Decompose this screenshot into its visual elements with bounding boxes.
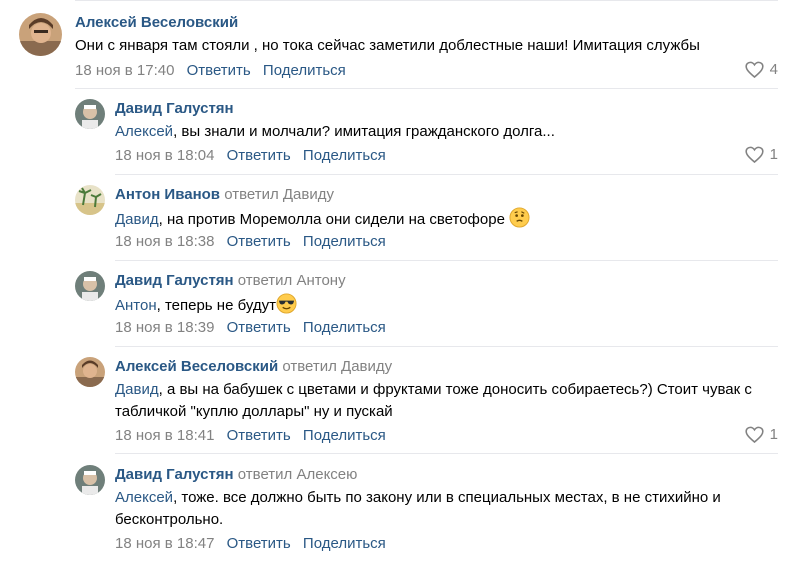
comment-text: Алексей, вы знали и молчали? имитация гр… xyxy=(115,121,775,143)
comment-date[interactable]: 18 ноя в 18:39 xyxy=(115,319,214,336)
mention-link[interactable]: Давид xyxy=(115,381,159,398)
like-button[interactable]: 1 xyxy=(745,146,778,163)
avatar[interactable] xyxy=(75,271,105,301)
divider xyxy=(115,174,778,175)
comment-date[interactable]: 18 ноя в 18:38 xyxy=(115,233,214,250)
comment-author: Алексей Веселовский ответил Давиду xyxy=(115,358,392,375)
comment-body: , а вы на бабушек с цветами и фруктами т… xyxy=(115,381,752,420)
reply-button[interactable]: Ответить xyxy=(227,535,291,552)
share-button[interactable]: Поделиться xyxy=(303,233,386,250)
share-button[interactable]: Поделиться xyxy=(303,319,386,336)
divider xyxy=(115,453,778,454)
comment-text: Давид, а вы на бабушек с цветами и фрукт… xyxy=(115,379,765,423)
mention-link[interactable]: Антон xyxy=(115,297,157,314)
comment-author[interactable]: Алексей Веселовский xyxy=(75,14,238,31)
comment-date[interactable]: 18 ноя в 18:41 xyxy=(115,427,214,444)
reply-button[interactable]: Ответить xyxy=(227,427,291,444)
comment-date[interactable]: 18 ноя в 18:04 xyxy=(115,147,214,164)
author-name[interactable]: Алексей Веселовский xyxy=(75,14,238,31)
author-name[interactable]: Давид Галустян xyxy=(115,466,234,483)
sunglasses-face-emoji xyxy=(276,293,297,321)
author-name[interactable]: Антон Иванов xyxy=(115,186,220,203)
comment-body: , тоже. все должно быть по закону или в … xyxy=(115,489,721,528)
comment-body: Они с января там стояли , но тока сейчас… xyxy=(75,37,700,54)
heart-outline-icon xyxy=(745,146,764,163)
reply-to[interactable]: ответил Антону xyxy=(238,272,346,289)
comment-text: Они с января там стояли , но тока сейчас… xyxy=(75,35,775,57)
reply-button[interactable]: Ответить xyxy=(227,233,291,250)
comment-meta: 18 ноя в 18:38 Ответить Поделиться xyxy=(115,233,386,250)
heart-outline-icon xyxy=(745,426,764,443)
reply-to[interactable]: ответил Давиду xyxy=(282,358,392,375)
comment-author: Антон Иванов ответил Давиду xyxy=(115,186,334,203)
comment-body: , теперь не будут xyxy=(156,297,276,314)
divider xyxy=(75,88,778,89)
comment-text: Давид, на против Моремолла они сидели на… xyxy=(115,207,775,235)
avatar[interactable] xyxy=(75,99,105,129)
avatar[interactable] xyxy=(75,357,105,387)
share-button[interactable]: Поделиться xyxy=(303,147,386,164)
mention-link[interactable]: Давид xyxy=(115,211,159,228)
divider xyxy=(75,0,778,1)
reply-to[interactable]: ответил Давиду xyxy=(224,186,334,203)
comment-author: Давид Галустян ответил Алексею xyxy=(115,466,357,483)
author-name[interactable]: Алексей Веселовский xyxy=(115,358,278,375)
comment-date[interactable]: 18 ноя в 17:40 xyxy=(75,62,174,79)
reply-button[interactable]: Ответить xyxy=(187,62,251,79)
reply-to[interactable]: ответил Алексею xyxy=(238,466,358,483)
share-button[interactable]: Поделиться xyxy=(303,427,386,444)
avatar[interactable] xyxy=(19,13,62,56)
comment-body: , на против Моремолла они сидели на свет… xyxy=(158,211,505,228)
mention-link[interactable]: Алексей xyxy=(115,123,173,140)
comment-date[interactable]: 18 ноя в 18:47 xyxy=(115,535,214,552)
like-count: 1 xyxy=(769,426,778,443)
share-button[interactable]: Поделиться xyxy=(263,62,346,79)
like-button[interactable]: 1 xyxy=(745,426,778,443)
comment-meta: 18 ноя в 18:41 Ответить Поделиться xyxy=(115,427,386,444)
comment-text: Алексей, тоже. все должно быть по закону… xyxy=(115,487,775,531)
comment-meta: 18 ноя в 17:40 Ответить Поделиться xyxy=(75,62,346,79)
like-button[interactable]: 4 xyxy=(745,61,778,78)
comment-meta: 18 ноя в 18:39 Ответить Поделиться xyxy=(115,319,386,336)
divider xyxy=(115,260,778,261)
share-button[interactable]: Поделиться xyxy=(303,535,386,552)
like-count: 1 xyxy=(769,146,778,163)
comment-body: , вы знали и молчали? имитация гражданск… xyxy=(173,123,555,140)
author-name[interactable]: Давид Галустян xyxy=(115,272,234,289)
avatar[interactable] xyxy=(75,465,105,495)
mention-link[interactable]: Алексей xyxy=(115,489,173,506)
avatar[interactable] xyxy=(75,185,105,215)
comment-meta: 18 ноя в 18:47 Ответить Поделиться xyxy=(115,535,386,552)
divider xyxy=(115,346,778,347)
author-name[interactable]: Давид Галустян xyxy=(115,100,234,117)
reply-button[interactable]: Ответить xyxy=(227,147,291,164)
comment-author: Давид Галустян ответил Антону xyxy=(115,272,346,289)
comment-text: Антон, теперь не будут xyxy=(115,293,775,321)
comments-thread: Алексей Веселовский Они с января там сто… xyxy=(0,0,804,562)
heart-outline-icon xyxy=(745,61,764,78)
comment-author: Давид Галустян xyxy=(115,100,234,117)
reply-button[interactable]: Ответить xyxy=(227,319,291,336)
like-count: 4 xyxy=(769,61,778,78)
thinking-face-emoji xyxy=(509,207,530,235)
comment-meta: 18 ноя в 18:04 Ответить Поделиться xyxy=(115,147,386,164)
